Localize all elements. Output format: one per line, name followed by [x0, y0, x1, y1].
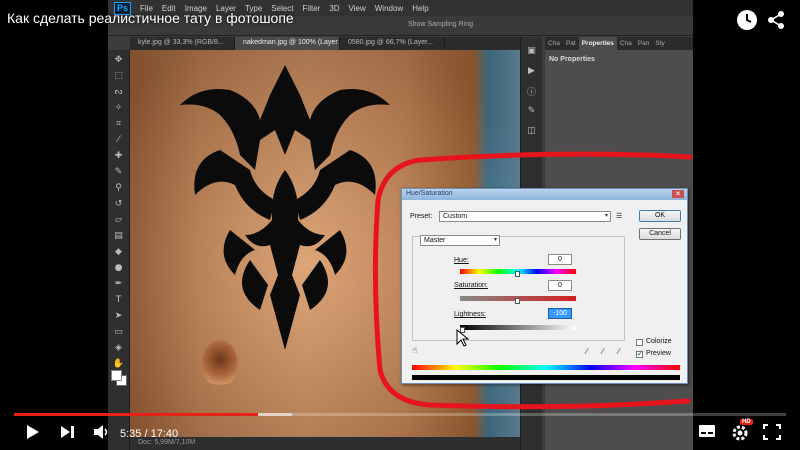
- ps-menu-filter: Filter: [302, 3, 321, 13]
- actions-panel-icon: ▶: [528, 66, 535, 76]
- eraser-tool-icon: ▱: [115, 215, 122, 225]
- play-icon[interactable]: [26, 424, 40, 444]
- 3d-tool-icon: ◈: [115, 343, 122, 353]
- time-display: 5:35 / 17:40: [120, 428, 178, 440]
- magic-wand-icon: ✧: [114, 103, 123, 113]
- doc-tab-0580: 0580.jpg @ 66,7% (Layer...: [340, 37, 445, 50]
- input-spectrum-bar: [412, 365, 680, 370]
- saturation-input[interactable]: 0: [548, 280, 572, 291]
- hd-badge: HD: [740, 419, 753, 425]
- lasso-tool-icon: ᔓ: [114, 87, 123, 97]
- doc-tab-kyle: kyle.jpg @ 33,3% (RGB/8...: [130, 37, 235, 50]
- dialog-title: Hue/Saturation: [406, 190, 453, 197]
- cancel-button[interactable]: Cancel: [639, 228, 681, 240]
- doc-tab-nakedman: nakedman.jpg @ 100% (Layer 1, RGB/8#): [235, 37, 340, 50]
- share-icon[interactable]: [766, 10, 786, 35]
- close-icon[interactable]: ✕: [672, 190, 684, 198]
- ps-menu-view: View: [348, 3, 366, 13]
- ps-menu-3d: 3D: [329, 3, 340, 13]
- hue-saturation-dialog: Hue/Saturation ✕ Preset: Custom ▾ ☰ OK C…: [401, 188, 688, 384]
- hue-slider-thumb[interactable]: [515, 271, 520, 277]
- shape-tool-icon: ▭: [114, 327, 123, 337]
- eyedropper-plus-icon[interactable]: ⁄: [602, 347, 603, 356]
- pen-tool-icon: ✒: [114, 279, 123, 289]
- panel-tab-properties: Properties: [578, 37, 617, 50]
- history-brush-icon: ↺: [114, 199, 123, 209]
- next-icon[interactable]: [60, 424, 76, 444]
- hue-label: Hue:: [454, 257, 469, 264]
- marquee-tool-icon: ⬚: [114, 71, 123, 81]
- gradient-tool-icon: ▤: [114, 231, 123, 241]
- panel-body-text: No Properties: [549, 56, 595, 63]
- chevron-down-icon: ▾: [604, 212, 608, 219]
- current-time: 5:35: [120, 428, 142, 440]
- layers-panel-icon: ◫: [527, 126, 536, 136]
- lightness-slider-track[interactable]: [460, 325, 576, 330]
- panel-tab-character: Cha: [619, 40, 632, 47]
- lightness-label: Lightness:: [454, 311, 486, 318]
- preview-label: Preview: [646, 350, 671, 357]
- hue-input[interactable]: 0: [548, 254, 572, 265]
- saturation-label: Saturation:: [454, 282, 488, 289]
- mouse-cursor-icon: [456, 329, 470, 347]
- ps-toolbar: ✥ ⬚ ᔓ ✧ ⌗ ⁄ ✚ ✎ ⚲ ↺ ▱ ▤ ◆ ● ✒ T ➤ ▭ ◈ ✋ …: [108, 50, 130, 450]
- stamp-tool-icon: ⚲: [115, 183, 122, 193]
- crop-tool-icon: ⌗: [115, 119, 122, 129]
- fullscreen-icon[interactable]: [763, 424, 781, 444]
- saturation-slider-thumb[interactable]: [515, 298, 520, 304]
- progress-played: [14, 413, 258, 416]
- info-panel-icon: ⓘ: [526, 87, 536, 98]
- dodge-tool-icon: ●: [114, 263, 123, 273]
- brush-tool-icon: ✎: [114, 167, 123, 177]
- subtitles-icon[interactable]: [698, 424, 716, 442]
- gear-icon[interactable]: [731, 424, 749, 446]
- panel-tab-styles: Sty: [655, 40, 665, 47]
- panel-tab-channels: Cha: [548, 40, 560, 47]
- volume-icon[interactable]: [93, 424, 111, 444]
- ps-menu-window: Window: [374, 3, 404, 13]
- eyedropper-icon[interactable]: ⁄: [586, 347, 587, 356]
- preset-label: Preset:: [410, 213, 433, 220]
- panel-tab-paths: Pat: [565, 40, 576, 47]
- ok-button[interactable]: OK: [639, 210, 681, 222]
- history-panel-icon: ▣: [527, 46, 536, 56]
- blur-tool-icon: ◆: [115, 247, 122, 257]
- clock-icon[interactable]: [737, 10, 757, 30]
- channel-value: Master: [424, 237, 446, 244]
- colorize-checkbox[interactable]: [636, 339, 643, 346]
- dialog-titlebar: Hue/Saturation ✕: [402, 189, 687, 200]
- on-image-adjust-icon[interactable]: ☝: [412, 346, 417, 356]
- tribal-tattoo: [180, 65, 390, 350]
- eyedropper-minus-icon[interactable]: ⁄: [618, 347, 619, 356]
- panel-tab-paragraph: Pan: [637, 40, 650, 47]
- progress-bar[interactable]: [14, 413, 786, 416]
- ps-status-bar: Doc: 5,99M/7,10M: [130, 437, 520, 450]
- preview-checkbox[interactable]: ✔: [636, 351, 643, 358]
- move-tool-icon: ✥: [114, 55, 123, 65]
- colorize-label: Colorize: [646, 338, 672, 345]
- type-tool-icon: T: [115, 295, 122, 305]
- lightness-input[interactable]: -100: [548, 308, 572, 319]
- hand-tool-icon: ✋: [112, 359, 125, 369]
- healing-tool-icon: ✚: [114, 151, 123, 161]
- foreground-color-swatch: [111, 370, 122, 381]
- chevron-down-icon: ▾: [493, 236, 497, 243]
- sampling-ring-option: Show Sampling Ring: [408, 21, 473, 28]
- preset-options-icon[interactable]: ☰: [616, 212, 622, 220]
- doc-size-status: Doc: 5,99M/7,10M: [138, 439, 196, 446]
- video-title[interactable]: Как сделать реалистичное тату в фотошопе: [7, 10, 294, 26]
- panel-tabs: Cha Pat Properties Cha Pan Sty: [545, 37, 693, 50]
- path-select-icon: ➤: [114, 311, 123, 321]
- preset-select[interactable]: Custom ▾: [439, 211, 611, 222]
- preset-value: Custom: [443, 213, 468, 220]
- channel-select[interactable]: Master ▾: [420, 235, 500, 246]
- document-tabs: kyle.jpg @ 33,3% (RGB/8... nakedman.jpg …: [130, 37, 520, 50]
- ps-menu-help: Help: [412, 3, 429, 13]
- eyedropper-tool-icon: ⁄: [117, 135, 120, 145]
- total-time: 17:40: [150, 428, 179, 440]
- output-spectrum-bar: [412, 375, 680, 380]
- brush-panel-icon: ✎: [527, 106, 536, 116]
